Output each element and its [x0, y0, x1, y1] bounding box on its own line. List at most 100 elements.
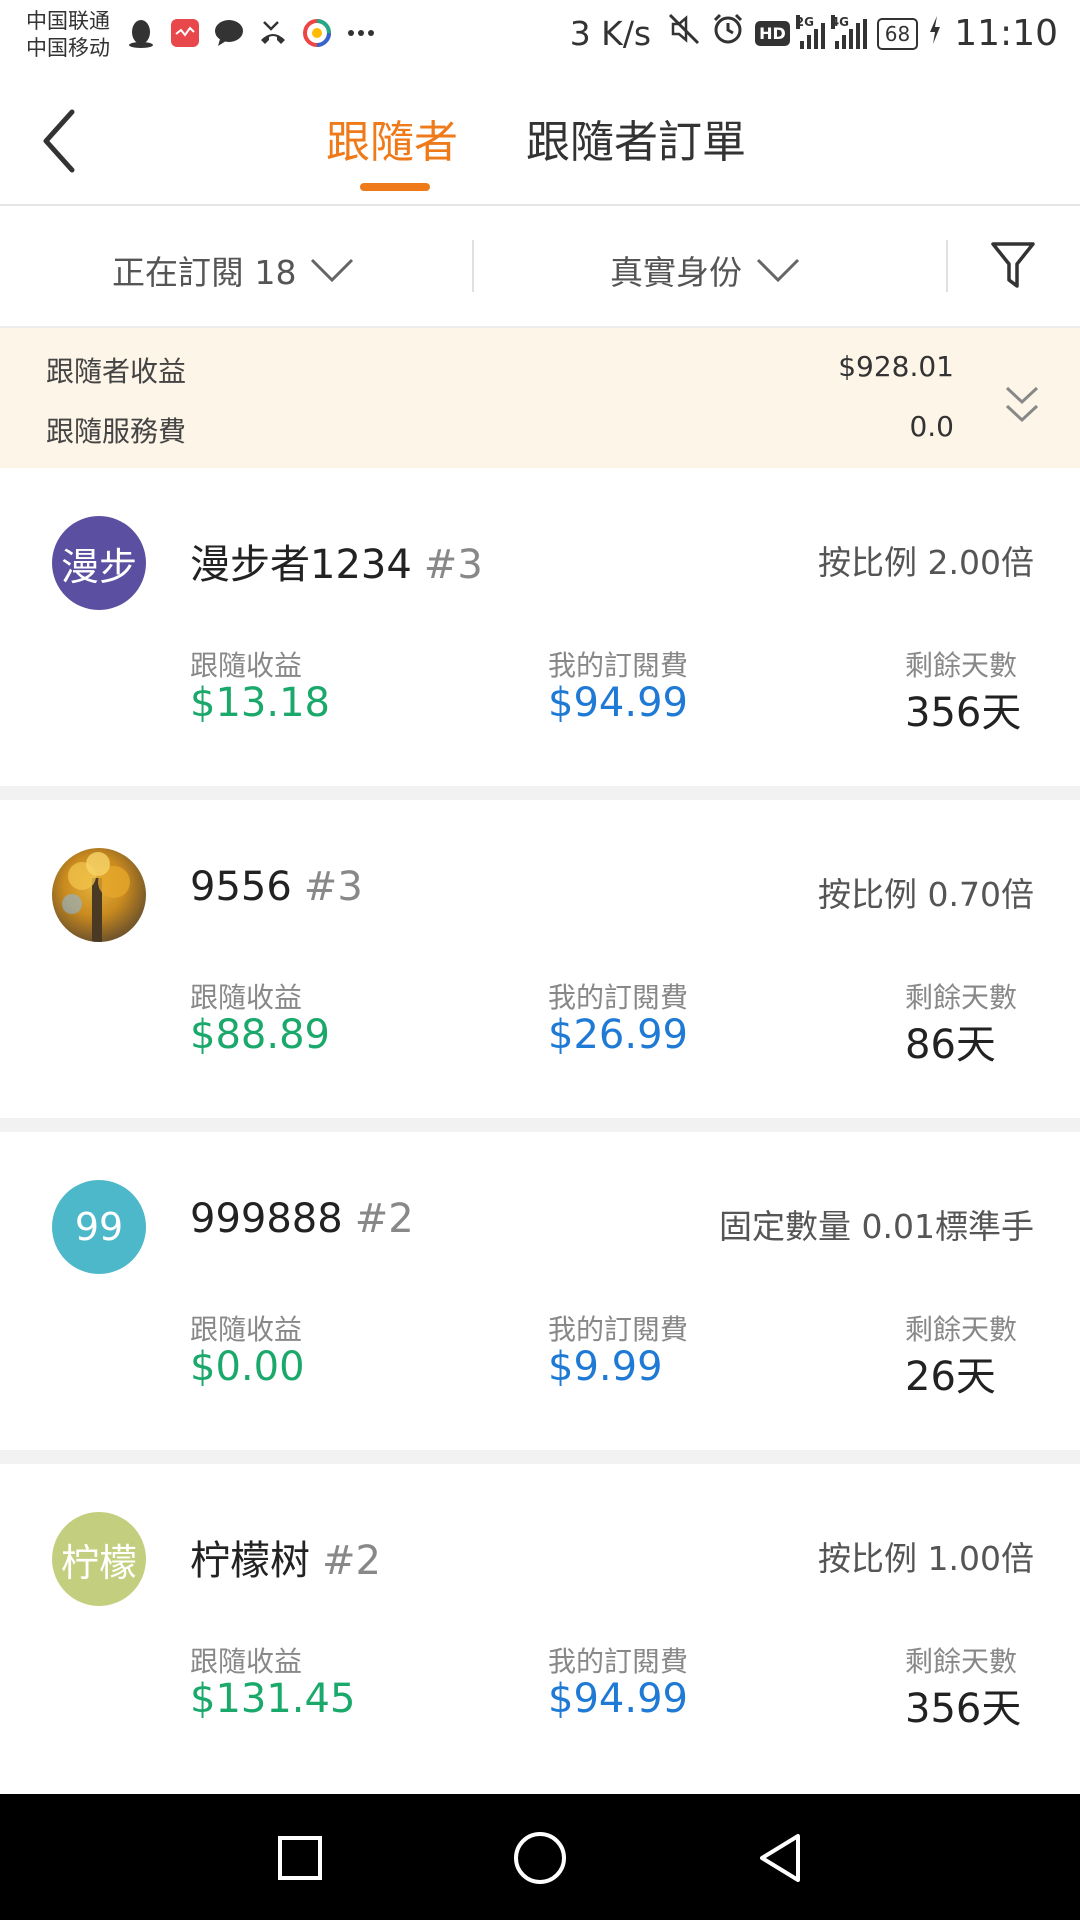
status-bar: 中国联通 中国移动 3 K/s HD 2G 4G 68 11:10 [0, 0, 1080, 76]
earnings-value: $88.89 [190, 1012, 330, 1058]
divider [472, 240, 474, 292]
follower-card[interactable]: 漫步 漫步者1234 #3 按比例 2.00倍 跟隨收益 $13.18 我的訂閱費… [0, 468, 1080, 786]
funnel-icon [991, 242, 1035, 288]
notification-icons [126, 18, 376, 48]
filter-bar: 正在訂閱 18 真實身份 [0, 206, 1080, 328]
status-right: 3 K/s HD 2G 4G 68 11:10 [570, 12, 1058, 55]
card-divider [0, 1118, 1080, 1132]
chevron-down-icon [756, 258, 800, 283]
chat-icon [214, 18, 244, 48]
follower-earnings-value: $928.01 [838, 350, 954, 383]
earnings-label: 跟隨收益 [190, 1645, 303, 1678]
subscription-fee-label: 我的訂閱費 [548, 1645, 689, 1678]
more-icon [346, 18, 376, 48]
follower-card[interactable]: 99 999888 #2 固定數量 0.01標準手 跟隨收益 $0.00 我的訂閱… [0, 1132, 1080, 1450]
circle-icon [514, 1832, 566, 1884]
app-icon [170, 18, 200, 48]
tab-followers[interactable]: 跟隨者 [326, 106, 458, 170]
identity-filter-label: 真實身份 [610, 253, 742, 292]
expand-summary-button[interactable] [1004, 384, 1040, 428]
browser-icon [302, 18, 332, 48]
tree-photo-icon [62, 852, 130, 942]
signal-icon: 2G [795, 14, 825, 49]
avatar: 99 [52, 1180, 146, 1274]
home-button[interactable] [512, 1830, 568, 1886]
follower-rank: #2 [322, 1538, 381, 1584]
double-chevron-down-icon [1005, 386, 1039, 423]
service-fee-label: 跟隨服務費 [46, 415, 187, 448]
remaining-days-label: 剩餘天數 [905, 981, 1018, 1014]
signal-icon: 4G [830, 14, 867, 49]
earnings-label: 跟隨收益 [190, 1313, 303, 1346]
subscription-fee-value: $94.99 [548, 680, 688, 726]
active-tab-indicator [360, 183, 430, 191]
subscription-filter-label: 正在訂閱 18 [112, 253, 297, 292]
alarm-icon [711, 12, 745, 55]
identity-filter[interactable]: 真實身份 [610, 246, 800, 294]
follower-name: 9556 #3 [190, 864, 363, 910]
earnings-summary: 跟隨者收益 $928.01 跟隨服務費 0.0 [0, 328, 1080, 468]
subscription-filter[interactable]: 正在訂閱 18 [112, 246, 354, 294]
missed-call-icon [258, 18, 288, 48]
follower-name: 999888 #2 [190, 1196, 414, 1242]
tab-follower-orders[interactable]: 跟隨者訂單 [526, 106, 746, 170]
app-header: 跟隨者 跟隨者訂單 [0, 76, 1080, 206]
earnings-value: $0.00 [190, 1344, 305, 1390]
tab-bar: 跟隨者 跟隨者訂單 [0, 106, 1080, 196]
subscription-fee-value: $94.99 [548, 1676, 688, 1722]
remaining-days-label: 剩餘天數 [905, 649, 1018, 682]
subscription-fee-label: 我的訂閱費 [548, 649, 689, 682]
follower-card[interactable]: 柠檬 柠檬树 #2 按比例 1.00倍 跟隨收益 $131.45 我的訂閱費 $9… [0, 1464, 1080, 1782]
follower-rank: #3 [423, 542, 483, 588]
qq-icon [126, 18, 156, 48]
remaining-days-value: 356天 [905, 1686, 1022, 1732]
follower-name-text: 9556 [190, 864, 292, 910]
remaining-days-value: 26天 [905, 1354, 996, 1400]
divider [946, 240, 948, 292]
copy-mode: 按比例 1.00倍 [818, 1539, 1034, 1578]
follower-name-text: 漫步者1234 [190, 542, 412, 588]
earnings-label: 跟隨收益 [190, 649, 303, 682]
subscription-fee-label: 我的訂閱費 [548, 981, 689, 1014]
follower-earnings-label: 跟隨者收益 [46, 355, 187, 388]
copy-mode: 按比例 2.00倍 [818, 543, 1034, 582]
back-nav-button[interactable] [752, 1830, 808, 1886]
chevron-down-icon [311, 258, 354, 283]
follower-name-text: 柠檬树 [190, 1538, 310, 1584]
avatar: 漫步 [52, 516, 146, 610]
subscription-fee-value: $26.99 [548, 1012, 688, 1058]
system-nav-bar [0, 1794, 1080, 1920]
triangle-back-icon [760, 1834, 800, 1882]
earnings-value: $13.18 [190, 680, 330, 726]
filter-button[interactable] [990, 240, 1036, 290]
square-icon [278, 1836, 322, 1880]
subscription-fee-value: $9.99 [548, 1344, 663, 1390]
avatar-photo [52, 848, 146, 942]
copy-mode: 按比例 0.70倍 [818, 875, 1034, 914]
remaining-days-label: 剩餘天數 [905, 1313, 1018, 1346]
service-fee-value: 0.0 [909, 410, 954, 443]
follower-card[interactable]: 9556 #3 按比例 0.70倍 跟隨收益 $88.89 我的訂閱費 $26.9… [0, 800, 1080, 1118]
remaining-days-label: 剩餘天數 [905, 1645, 1018, 1678]
clock: 11:10 [954, 13, 1058, 54]
earnings-value: $131.45 [190, 1676, 356, 1722]
avatar: 柠檬 [52, 1512, 146, 1606]
copy-mode: 固定數量 0.01標準手 [719, 1207, 1034, 1246]
remaining-days-value: 86天 [905, 1022, 996, 1068]
recents-button[interactable] [272, 1830, 328, 1886]
mute-icon [667, 12, 701, 55]
follower-rank: #2 [354, 1196, 414, 1242]
remaining-days-value: 356天 [905, 690, 1022, 736]
follower-name: 柠檬树 #2 [190, 1528, 381, 1586]
card-divider [0, 786, 1080, 800]
earnings-label: 跟隨收益 [190, 981, 303, 1014]
network-speed: 3 K/s [569, 14, 652, 53]
battery-indicator: 68 [876, 17, 919, 50]
hd-badge: HD [755, 21, 790, 46]
follower-name-text: 999888 [190, 1196, 343, 1242]
subscription-fee-label: 我的訂閱費 [548, 1313, 689, 1346]
follower-rank: #3 [303, 864, 363, 910]
follower-name: 漫步者1234 #3 [190, 532, 483, 590]
carrier-2: 中国移动 [26, 36, 110, 60]
carrier-labels: 中国联通 中国移动 [26, 8, 110, 62]
